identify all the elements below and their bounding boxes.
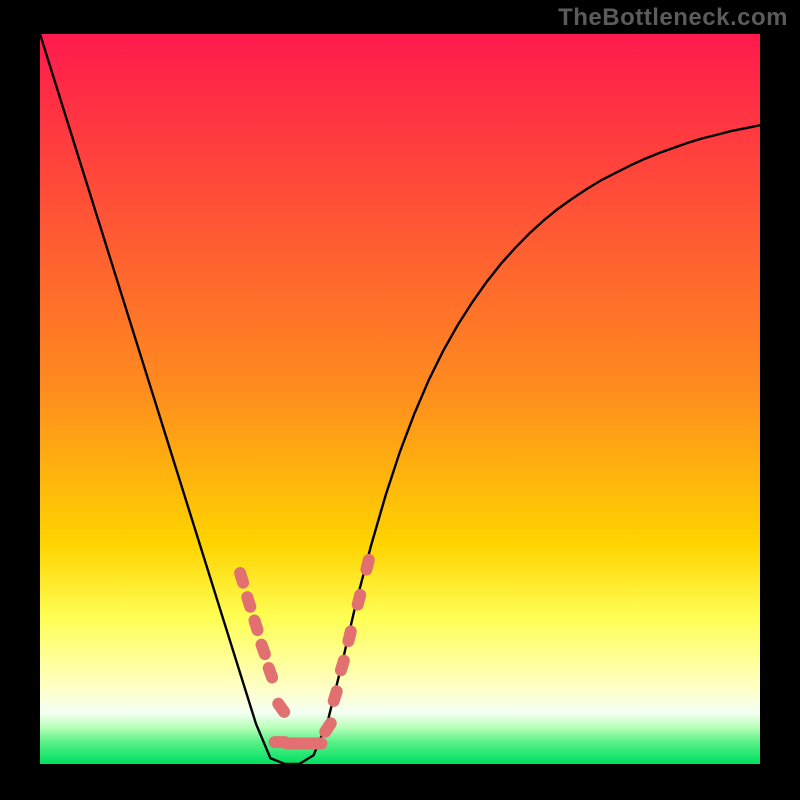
plot-background xyxy=(40,34,760,764)
marker-9 xyxy=(305,738,327,750)
bottleneck-chart xyxy=(0,0,800,800)
watermark-text: TheBottleneck.com xyxy=(558,4,788,32)
